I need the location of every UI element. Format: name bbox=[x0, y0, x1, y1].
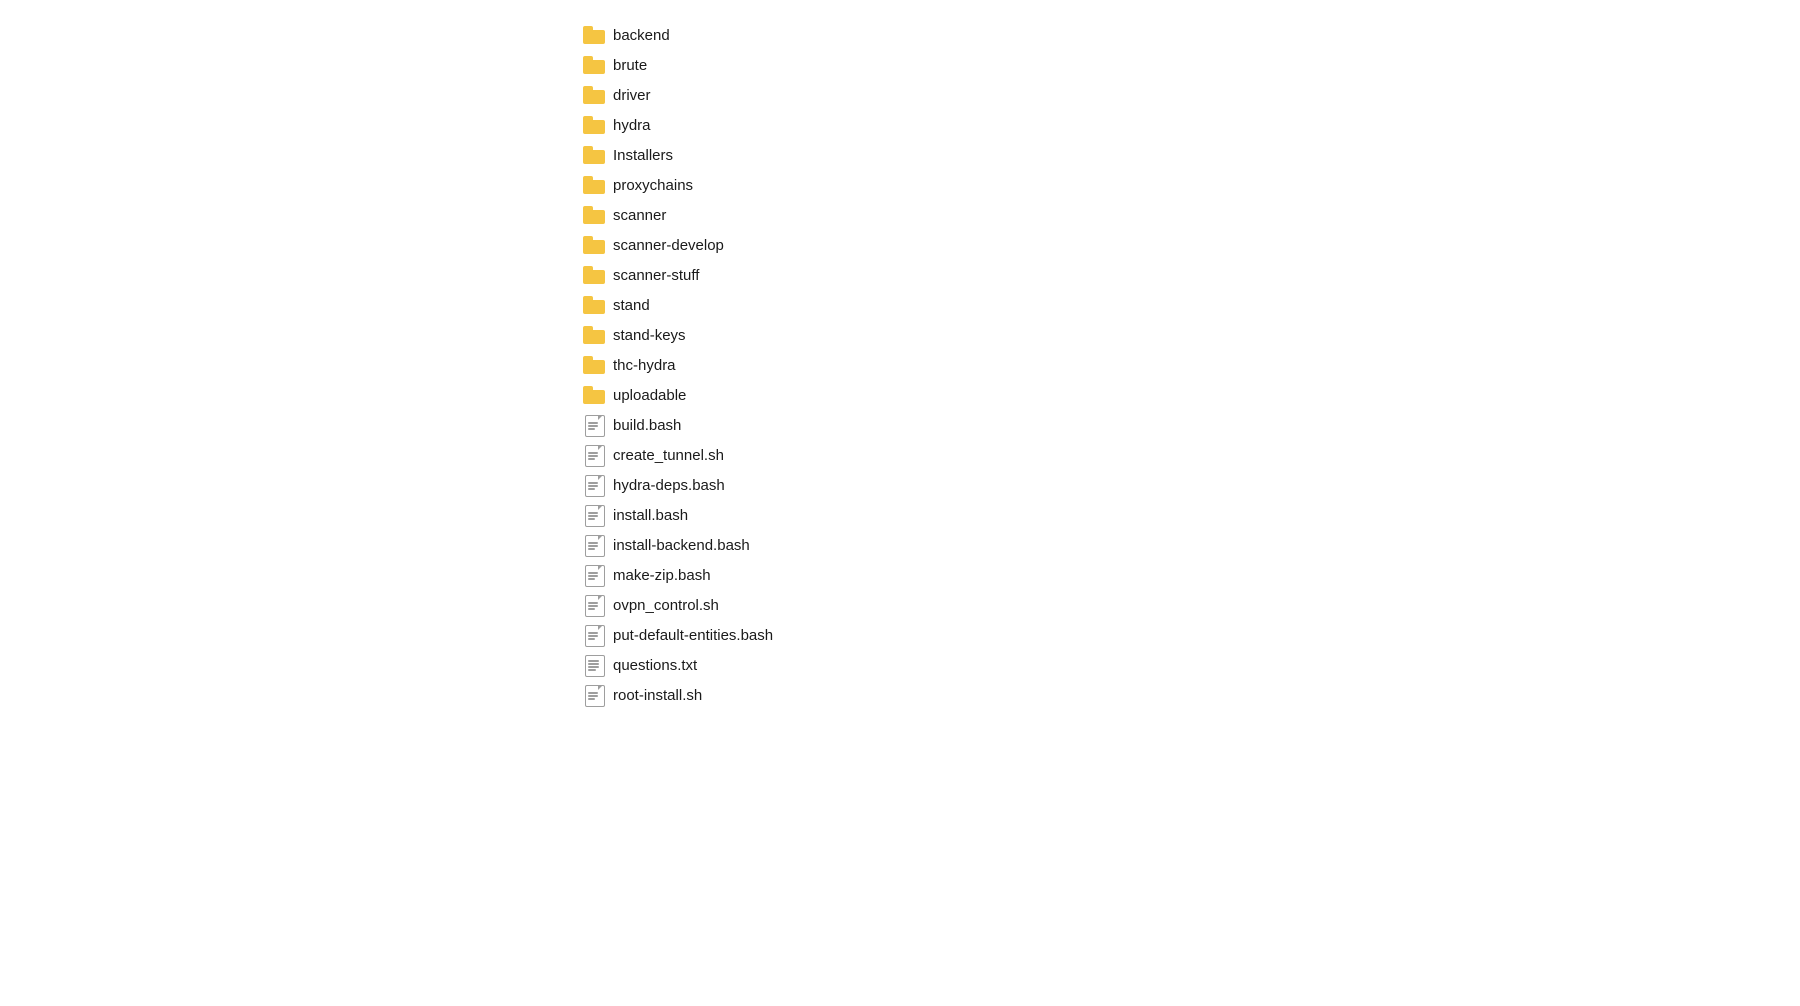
file-doc-icon bbox=[583, 445, 605, 465]
item-name: proxychains bbox=[613, 177, 693, 194]
file-doc-icon bbox=[583, 475, 605, 495]
list-item[interactable]: Installers bbox=[575, 140, 1800, 170]
list-item[interactable]: brute bbox=[575, 50, 1800, 80]
item-name: build.bash bbox=[613, 417, 681, 434]
item-name: questions.txt bbox=[613, 657, 697, 674]
item-name: root-install.sh bbox=[613, 687, 702, 704]
folder-icon bbox=[583, 145, 605, 165]
list-item[interactable]: driver bbox=[575, 80, 1800, 110]
file-doc-icon bbox=[583, 415, 605, 435]
list-item[interactable]: ovpn_control.sh bbox=[575, 590, 1800, 620]
item-name: scanner-develop bbox=[613, 237, 724, 254]
item-name: make-zip.bash bbox=[613, 567, 711, 584]
list-item[interactable]: thc-hydra bbox=[575, 350, 1800, 380]
list-item[interactable]: hydra-deps.bash bbox=[575, 470, 1800, 500]
item-name: put-default-entities.bash bbox=[613, 627, 773, 644]
file-doc-icon bbox=[583, 505, 605, 525]
item-name: stand-keys bbox=[613, 327, 686, 344]
list-item[interactable]: stand-keys bbox=[575, 320, 1800, 350]
item-name: uploadable bbox=[613, 387, 686, 404]
item-name: scanner-stuff bbox=[613, 267, 699, 284]
item-name: hydra-deps.bash bbox=[613, 477, 725, 494]
list-item[interactable]: scanner-develop bbox=[575, 230, 1800, 260]
item-name: backend bbox=[613, 27, 670, 44]
item-name: driver bbox=[613, 87, 651, 104]
file-txt-icon bbox=[583, 655, 605, 675]
folder-icon bbox=[583, 325, 605, 345]
list-item[interactable]: install-backend.bash bbox=[575, 530, 1800, 560]
item-name: stand bbox=[613, 297, 650, 314]
folder-icon bbox=[583, 85, 605, 105]
list-item[interactable]: build.bash bbox=[575, 410, 1800, 440]
folder-icon bbox=[583, 175, 605, 195]
folder-icon bbox=[583, 25, 605, 45]
list-item[interactable]: backend bbox=[575, 20, 1800, 50]
item-name: install-backend.bash bbox=[613, 537, 750, 554]
list-item[interactable]: create_tunnel.sh bbox=[575, 440, 1800, 470]
item-name: hydra bbox=[613, 117, 651, 134]
list-item[interactable]: stand bbox=[575, 290, 1800, 320]
list-item[interactable]: uploadable bbox=[575, 380, 1800, 410]
folder-icon bbox=[583, 205, 605, 225]
list-item[interactable]: install.bash bbox=[575, 500, 1800, 530]
folder-icon bbox=[583, 235, 605, 255]
item-name: brute bbox=[613, 57, 647, 74]
folder-icon bbox=[583, 115, 605, 135]
folder-icon bbox=[583, 295, 605, 315]
item-name: create_tunnel.sh bbox=[613, 447, 724, 464]
file-doc-icon bbox=[583, 595, 605, 615]
list-item[interactable]: make-zip.bash bbox=[575, 560, 1800, 590]
folder-icon bbox=[583, 355, 605, 375]
file-doc-icon bbox=[583, 535, 605, 555]
list-item[interactable]: hydra bbox=[575, 110, 1800, 140]
list-item[interactable]: root-install.sh bbox=[575, 680, 1800, 710]
file-doc-icon bbox=[583, 625, 605, 645]
item-name: thc-hydra bbox=[613, 357, 676, 374]
file-doc-icon bbox=[583, 685, 605, 705]
file-list: backend brute driver hydra Installers proxych… bbox=[0, 0, 1800, 730]
list-item[interactable]: proxychains bbox=[575, 170, 1800, 200]
list-item[interactable]: put-default-entities.bash bbox=[575, 620, 1800, 650]
folder-icon bbox=[583, 385, 605, 405]
list-item[interactable]: questions.txt bbox=[575, 650, 1800, 680]
list-item[interactable]: scanner-stuff bbox=[575, 260, 1800, 290]
item-name: scanner bbox=[613, 207, 666, 224]
item-name: ovpn_control.sh bbox=[613, 597, 719, 614]
folder-icon bbox=[583, 265, 605, 285]
file-doc-icon bbox=[583, 565, 605, 585]
folder-icon bbox=[583, 55, 605, 75]
list-item[interactable]: scanner bbox=[575, 200, 1800, 230]
item-name: install.bash bbox=[613, 507, 688, 524]
item-name: Installers bbox=[613, 147, 673, 164]
